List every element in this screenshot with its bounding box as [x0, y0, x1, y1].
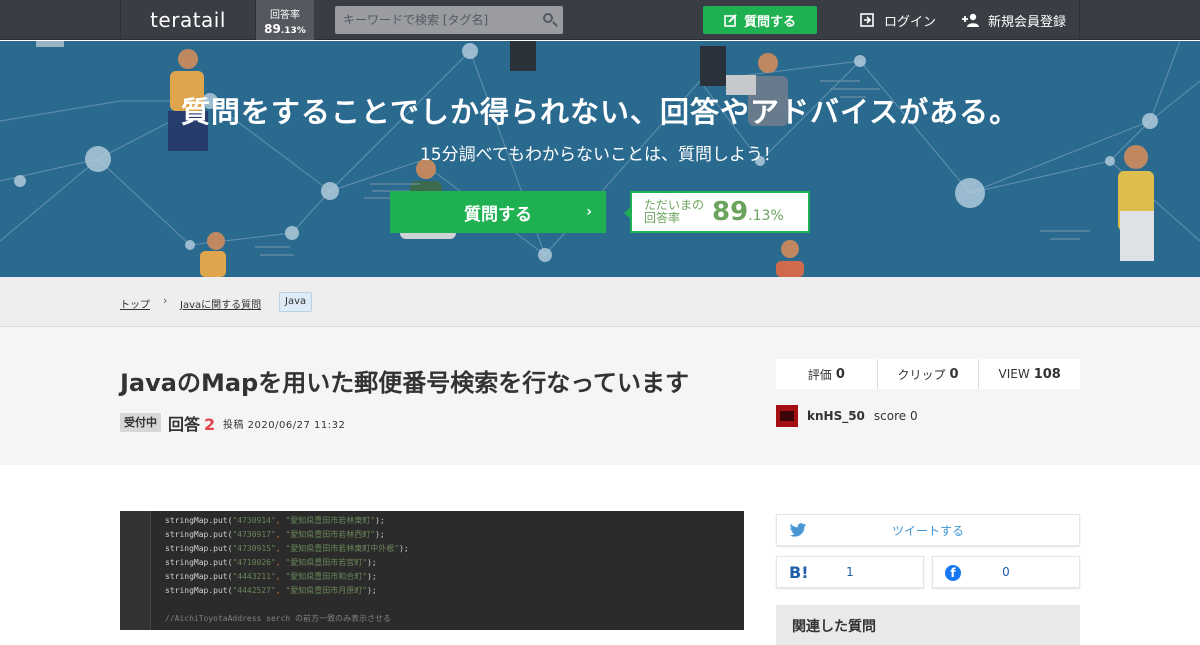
login-icon	[860, 13, 874, 27]
tweet-button[interactable]: ツイートする	[776, 514, 1080, 546]
question-author[interactable]: knHS_50 score 0	[776, 405, 918, 427]
header-divider	[1079, 0, 1080, 40]
answers-count[interactable]: 回答 2	[168, 411, 215, 435]
tag-java[interactable]: Java	[279, 292, 313, 312]
code-line: stringMap.put("4443211", "愛知県豊田市和合町");	[165, 572, 377, 581]
facebook-icon: f	[945, 565, 961, 581]
author-score: score 0	[873, 409, 918, 423]
code-gutter-line	[150, 511, 151, 630]
code-line: stringMap.put("4710026", "愛知県豊田市若宮町");	[165, 558, 377, 567]
related-questions-title: 関連した質問	[792, 619, 876, 635]
related-questions-panel: 関連した質問	[776, 605, 1080, 645]
breadcrumb-top[interactable]: トップ	[120, 296, 150, 311]
code-screenshot: stringMap.put("4730914", "愛知県豊田市若林東町"); s…	[120, 511, 744, 630]
ask-question-button[interactable]: 質問する	[703, 6, 817, 34]
code-line: stringMap.put("4730915", "愛知県豊田市若林東町中外根"…	[165, 544, 409, 553]
signup-link[interactable]: 新規会員登録	[962, 0, 1066, 40]
question-header: JavaのMapを用いた郵便番号検索を行なっています 受付中 回答 2 投稿 20…	[0, 327, 1200, 465]
hero-answer-rate: ただいまの 回答率 89.13%	[624, 191, 810, 233]
avatar[interactable]	[776, 405, 798, 427]
code-line: stringMap.put("4730917", "愛知県豊田市若林西町");	[165, 530, 385, 539]
facebook-count: 0	[1002, 565, 1010, 579]
view-stat: VIEW 108	[998, 366, 1061, 382]
signup-label: 新規会員登録	[988, 14, 1067, 30]
answer-rate-value: 89.13%	[264, 22, 306, 36]
code-comment: //AichiToyotaAddress serch の前方一致のみ表示させる	[165, 614, 392, 623]
tweet-label: ツイートする	[891, 523, 964, 538]
code-line: stringMap.put("4730914", "愛知県豊田市若林東町");	[165, 516, 385, 525]
breadcrumb-separator: ›	[163, 294, 168, 307]
posted-date: 投稿 2020/06/27 11:32	[223, 420, 346, 431]
site-header: teratail 回答率 89.13% 質問する ログイン 新規会員登録	[0, 0, 1200, 40]
add-user-icon	[962, 13, 979, 27]
answer-rate-badge: 回答率 89.13%	[256, 0, 314, 40]
code-line: stringMap.put("4442527", "愛知県豊田市月原町");	[165, 586, 377, 595]
teratail-logo: teratail	[150, 8, 226, 32]
answer-rate-label: 回答率	[270, 10, 300, 21]
search-box[interactable]	[335, 6, 563, 34]
code-block: stringMap.put("4730914", "愛知県豊田市若林東町"); s…	[165, 514, 409, 626]
facebook-share-button[interactable]: f 0	[932, 556, 1080, 588]
author-name[interactable]: knHS_50	[807, 409, 865, 423]
hero-ask-button[interactable]: 質問する ›	[390, 191, 606, 233]
ask-question-label: 質問する	[743, 14, 796, 30]
hero-subtitle: 15分調べてもわからないことは、質問しよう！	[419, 145, 781, 165]
hero-ask-label: 質問する	[464, 204, 532, 225]
hero-banner: 質問をすることでしか得られない、回答やアドバイスがある。 15分調べてもわからな…	[0, 41, 1200, 277]
hero-rate-value: 89.13%	[712, 197, 784, 227]
code-gutter	[120, 511, 150, 630]
hatena-count: 1	[846, 565, 854, 579]
question-title: JavaのMapを用いた郵便番号検索を行なっています	[120, 369, 690, 397]
hatena-bookmark-icon: B!	[789, 563, 809, 582]
login-label: ログイン	[884, 14, 937, 30]
edit-icon	[724, 13, 737, 27]
rating-stat: 評価 0	[776, 359, 878, 389]
status-badge: 受付中	[120, 413, 161, 432]
chevron-right-icon: ›	[586, 204, 592, 220]
breadcrumb-java-questions[interactable]: Javaに関する質問	[180, 296, 261, 311]
hero-rate-label: ただいまの 回答率	[644, 198, 705, 225]
question-stats: 評価 0 クリップ 0 VIEW 108	[776, 359, 1080, 389]
twitter-icon	[789, 523, 807, 537]
logo-link[interactable]: teratail	[120, 0, 256, 40]
search-input[interactable]	[335, 6, 563, 34]
search-icon[interactable]	[543, 13, 553, 23]
hero-title: 質問をすることでしか得られない、回答やアドバイスがある。	[180, 95, 1020, 129]
login-link[interactable]: ログイン	[860, 0, 936, 40]
hatena-bookmark-button[interactable]: B! 1	[776, 556, 924, 588]
clip-stat[interactable]: クリップ 0	[878, 359, 980, 389]
breadcrumb: トップ › Javaに関する質問 Java	[0, 277, 1200, 327]
